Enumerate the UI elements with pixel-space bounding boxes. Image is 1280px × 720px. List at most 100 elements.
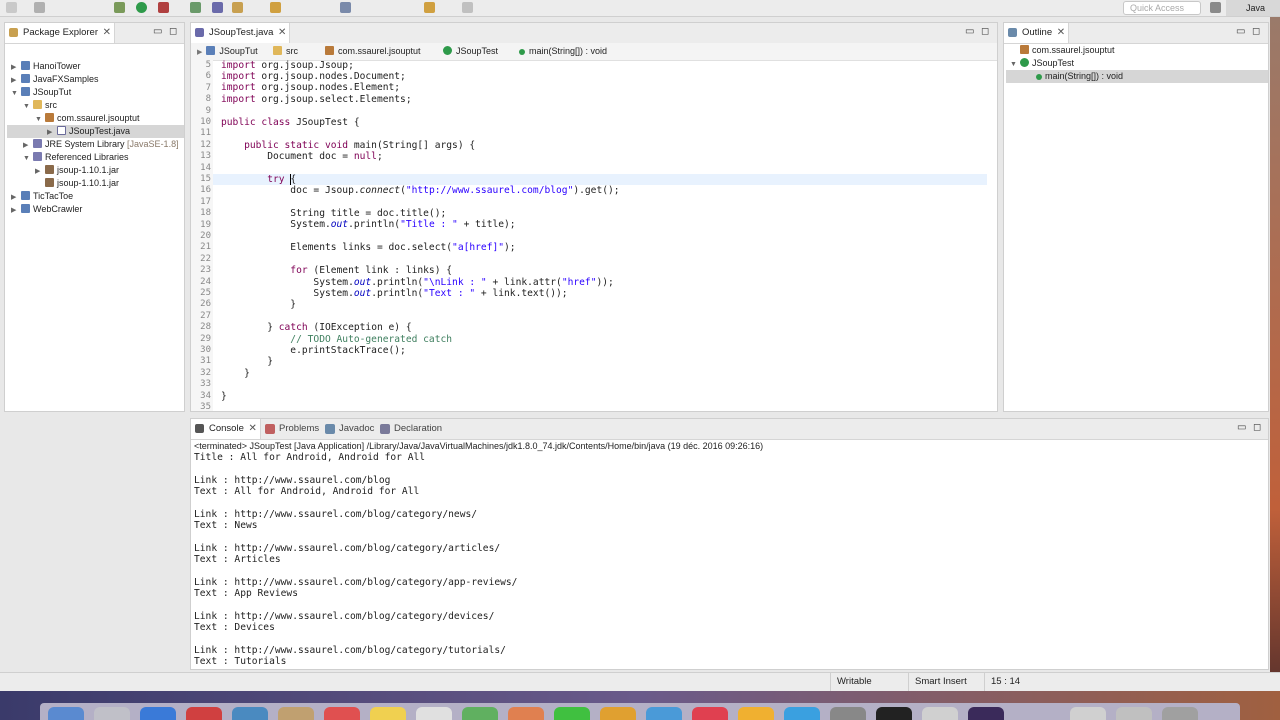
close-icon[interactable]: ✕ [278, 23, 286, 43]
tab-jsouptest-java[interactable]: JSoupTest.java ✕ [191, 23, 291, 43]
new-java-project-icon[interactable] [190, 2, 201, 13]
outline-item-package[interactable]: com.ssaurel.jsouptut [1020, 44, 1115, 57]
tree-item-javafxsamples[interactable]: ▶ JavaFXSamples [11, 73, 99, 86]
maximize-icon[interactable]: ◻ [981, 26, 989, 37]
annotation-icon[interactable] [340, 2, 351, 13]
outline-item-method[interactable]: main(String[]) : void [1006, 70, 1268, 83]
run-icon[interactable] [136, 2, 147, 13]
console-panel: Console ✕ Problems Javadoc Declaration ▭… [190, 418, 1269, 670]
ibooks-icon[interactable] [600, 707, 636, 720]
tree-item-label: HanoiTower [33, 61, 81, 71]
ibooks-store-icon[interactable] [738, 707, 774, 720]
console-output-line: Link : http://www.ssaurel.com/blog/categ… [194, 644, 506, 656]
trash-icon[interactable] [1162, 707, 1198, 720]
chevron-down-icon[interactable]: ▼ [23, 152, 33, 165]
system-preferences-icon[interactable] [830, 707, 866, 720]
quick-access-input[interactable]: Quick Access [1123, 1, 1201, 15]
downloads-icon[interactable] [1070, 707, 1106, 720]
breadcrumb-method[interactable]: main(String[]) : void [519, 43, 607, 60]
preview-icon[interactable] [646, 707, 682, 720]
debug-icon[interactable] [114, 2, 125, 13]
line-number: 10 [200, 117, 211, 127]
photos-icon[interactable] [508, 707, 544, 720]
close-icon[interactable]: ✕ [1057, 23, 1065, 43]
maximize-icon[interactable]: ◻ [169, 26, 177, 37]
new-class-icon[interactable] [212, 2, 223, 13]
mail-icon[interactable] [232, 707, 268, 720]
open-type-icon[interactable] [232, 2, 243, 13]
tab-javadoc[interactable]: Javadoc [325, 419, 374, 439]
minimize-icon[interactable]: ▭ [965, 26, 974, 37]
problems-icon [265, 424, 275, 434]
close-icon[interactable]: ✕ [248, 419, 256, 439]
tab-package-explorer[interactable]: Package Explorer ✕ [5, 23, 115, 43]
app-store-icon[interactable] [784, 707, 820, 720]
breadcrumb-package[interactable]: com.ssaurel.jsouptut [325, 43, 421, 60]
back-icon[interactable] [424, 2, 435, 13]
breadcrumb-project[interactable]: ▶ JSoupTut [197, 43, 258, 61]
save-icon[interactable] [34, 2, 45, 13]
reminders-icon[interactable] [416, 707, 452, 720]
chevron-down-icon[interactable]: ▼ [11, 87, 21, 100]
tab-console[interactable]: Console ✕ [191, 419, 261, 439]
tab-problems[interactable]: Problems [265, 419, 319, 439]
tree-item-src[interactable]: ▼ src [23, 99, 57, 112]
maps-icon[interactable] [462, 707, 498, 720]
line-number: 8 [205, 94, 211, 105]
chrome-icon[interactable] [186, 707, 222, 720]
maximize-icon[interactable]: ◻ [1253, 422, 1261, 433]
textedit-icon[interactable] [922, 707, 958, 720]
tree-item-package[interactable]: ▼ com.ssaurel.jsouptut [35, 112, 140, 125]
forward-icon[interactable] [462, 2, 473, 13]
outline-item-class[interactable]: ▼ JSoupTest [1010, 57, 1074, 70]
finder-icon[interactable] [48, 707, 84, 720]
tree-item-referenced-libraries[interactable]: ▼ Referenced Libraries [23, 151, 129, 164]
main-toolbar: Quick Access Java [0, 0, 1280, 17]
breadcrumb-src[interactable]: src [273, 43, 298, 60]
new-icon[interactable] [6, 2, 17, 13]
method-icon [519, 49, 525, 55]
tab-outline[interactable]: Outline ✕ [1004, 23, 1070, 43]
itunes-icon[interactable] [692, 707, 728, 720]
close-icon[interactable]: ✕ [103, 23, 111, 43]
line-number: 18 [200, 208, 211, 219]
line-number: 7 [205, 82, 211, 93]
external-tools-icon[interactable] [158, 2, 169, 13]
minimize-icon[interactable]: ▭ [1237, 422, 1246, 433]
open-perspective-icon[interactable] [1210, 2, 1221, 13]
search-icon[interactable] [270, 2, 281, 13]
documents-icon[interactable] [1116, 707, 1152, 720]
tree-item-jsouptest-java[interactable]: ▶ JSoupTest.java [7, 125, 184, 138]
java-perspective-button[interactable]: Java [1226, 0, 1280, 16]
chevron-right-icon[interactable]: ▶ [11, 204, 21, 217]
minimize-icon[interactable]: ▭ [153, 26, 162, 37]
contacts-icon[interactable] [278, 707, 314, 720]
breadcrumb-class[interactable]: JSoupTest [443, 43, 498, 60]
eclipse-icon[interactable] [968, 707, 1004, 720]
tree-item-jar[interactable]: ▶ jsoup-1.10.1.jar [35, 164, 119, 177]
tree-item-hanoitower[interactable]: ▶ HanoiTower [11, 60, 81, 73]
launchpad-icon[interactable] [94, 707, 130, 720]
code-line: e.printStackTrace(); [221, 345, 406, 356]
tree-item-tictactoe[interactable]: ▶ TicTacToe [11, 190, 73, 203]
safari-icon[interactable] [140, 707, 176, 720]
code-line: } [221, 356, 273, 367]
tab-declaration[interactable]: Declaration [380, 419, 442, 439]
tree-item-jre-library[interactable]: ▶ JRE System Library [JavaSE-1.8] [23, 138, 179, 151]
messages-icon[interactable] [554, 707, 590, 720]
minimize-icon[interactable]: ▭ [1236, 26, 1245, 37]
tree-item-webcrawler[interactable]: ▶ WebCrawler [11, 203, 82, 216]
console-process-header: <terminated> JSoupTest [Java Application… [194, 441, 764, 451]
outline-item-label: JSoupTest [1032, 58, 1075, 68]
code-line: try { [221, 174, 297, 185]
macos-dock [40, 703, 1240, 720]
tree-item-label: jsoup-1.10.1.jar [57, 178, 120, 188]
line-number: 11 [200, 128, 211, 139]
chevron-down-icon[interactable]: ▼ [23, 100, 33, 113]
calendar-icon[interactable] [324, 707, 360, 720]
terminal-icon[interactable] [876, 707, 912, 720]
tree-item-jsouptut[interactable]: ▼ JSoupTut [11, 86, 71, 99]
tree-item-jar[interactable]: jsoup-1.10.1.jar [35, 177, 119, 190]
notes-icon[interactable] [370, 707, 406, 720]
maximize-icon[interactable]: ◻ [1252, 26, 1260, 37]
